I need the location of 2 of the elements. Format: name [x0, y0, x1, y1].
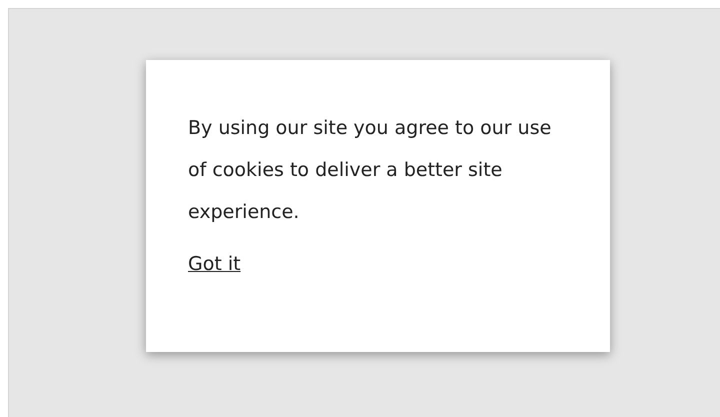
cookie-message: By using our site you agree to our use of cookies to deliver a better site experience. [188, 116, 552, 225]
got-it-link[interactable]: Got it [188, 249, 241, 279]
